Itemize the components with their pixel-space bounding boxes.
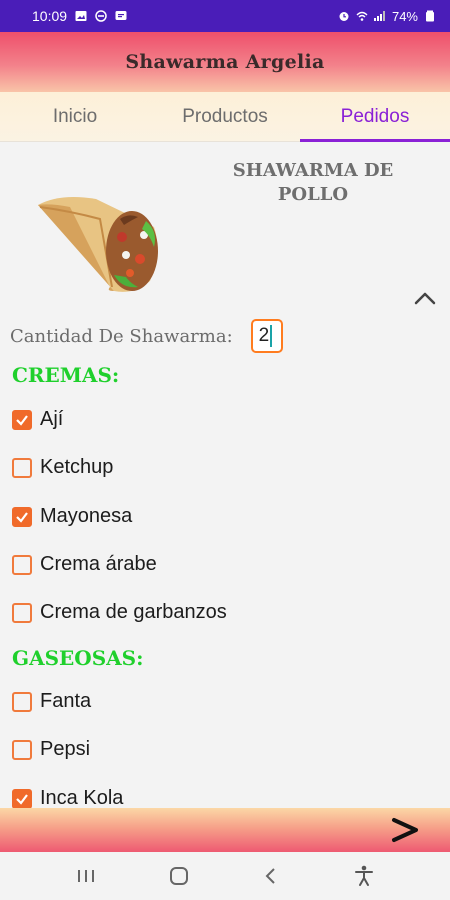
image-icon xyxy=(75,11,87,21)
status-time: 10:09 xyxy=(32,8,68,24)
quantity-label: Cantidad De Shawarma: xyxy=(10,325,233,347)
battery-icon xyxy=(426,10,434,22)
checkbox-unchecked-icon[interactable] xyxy=(12,739,32,760)
option-mayonesa[interactable]: Mayonesa xyxy=(12,505,132,528)
quantity-field[interactable]: 2 xyxy=(250,319,283,353)
tab-bar: Inicio Productos Pedidos xyxy=(0,92,450,142)
message-icon xyxy=(115,11,127,20)
checkbox-unchecked-icon[interactable] xyxy=(12,602,32,623)
option-label: Fanta xyxy=(40,690,92,712)
option-label: Inca Kola xyxy=(40,787,124,808)
checkbox-unchecked-icon[interactable] xyxy=(12,457,32,478)
section-heading-cremas: CREMAS: xyxy=(12,363,120,387)
accessibility-icon[interactable] xyxy=(346,858,382,894)
footer-bar xyxy=(0,808,450,852)
option-fanta[interactable]: Fanta xyxy=(12,690,91,713)
home-icon[interactable] xyxy=(161,858,197,894)
back-icon[interactable] xyxy=(253,858,289,894)
option-pepsi[interactable]: Pepsi xyxy=(12,738,90,761)
option-inca-kola[interactable]: Inca Kola xyxy=(12,787,123,808)
status-bar: 10:09 74% xyxy=(0,0,450,32)
alarm-icon xyxy=(339,12,349,21)
option-label: Crema árabe xyxy=(40,553,157,575)
battery-percent: 74% xyxy=(391,8,418,24)
checkbox-unchecked-icon[interactable] xyxy=(12,691,32,712)
signal-icon xyxy=(373,11,385,21)
option-ketchup[interactable]: Ketchup xyxy=(12,456,113,479)
tab-productos[interactable]: Productos xyxy=(150,92,300,141)
section-heading-gaseosas: GASEOSAS: xyxy=(12,646,144,670)
tab-pedidos[interactable]: Pedidos xyxy=(300,92,450,142)
recent-apps-icon[interactable] xyxy=(68,858,104,894)
product-title: SHAWARMA DE POLLO xyxy=(232,160,394,205)
order-form: SHAWARMA DE POLLO Cantidad De Shawarma: … xyxy=(0,143,450,808)
wifi-icon xyxy=(356,11,368,21)
option-label: Ají xyxy=(40,408,64,430)
option-label: Ketchup xyxy=(40,456,114,478)
app-header: Shawarma Argelia xyxy=(0,32,450,92)
text-cursor xyxy=(270,325,273,347)
tab-inicio[interactable]: Inicio xyxy=(0,92,150,141)
checkbox-checked-icon[interactable] xyxy=(12,409,32,430)
do-not-disturb-icon xyxy=(95,10,107,22)
next-arrow-icon[interactable] xyxy=(390,816,420,844)
shawarma-image xyxy=(38,197,158,292)
system-nav-bar xyxy=(0,852,450,900)
checkbox-checked-icon[interactable] xyxy=(12,788,32,808)
checkbox-checked-icon[interactable] xyxy=(12,506,32,527)
option-label: Crema de garbanzos xyxy=(40,601,227,623)
option-label: Pepsi xyxy=(40,738,91,760)
app-title: Shawarma Argelia xyxy=(125,51,325,73)
option-crema-arabe[interactable]: Crema árabe xyxy=(12,553,157,576)
option-aji[interactable]: Ají xyxy=(12,408,63,431)
chevron-up-icon[interactable] xyxy=(410,288,440,308)
checkbox-unchecked-icon[interactable] xyxy=(12,554,32,575)
option-label: Mayonesa xyxy=(40,505,133,527)
quantity-row: Cantidad De Shawarma: 2 xyxy=(10,319,283,353)
quantity-value: 2 xyxy=(258,325,270,346)
option-crema-de-garbanzos[interactable]: Crema de garbanzos xyxy=(12,601,227,624)
